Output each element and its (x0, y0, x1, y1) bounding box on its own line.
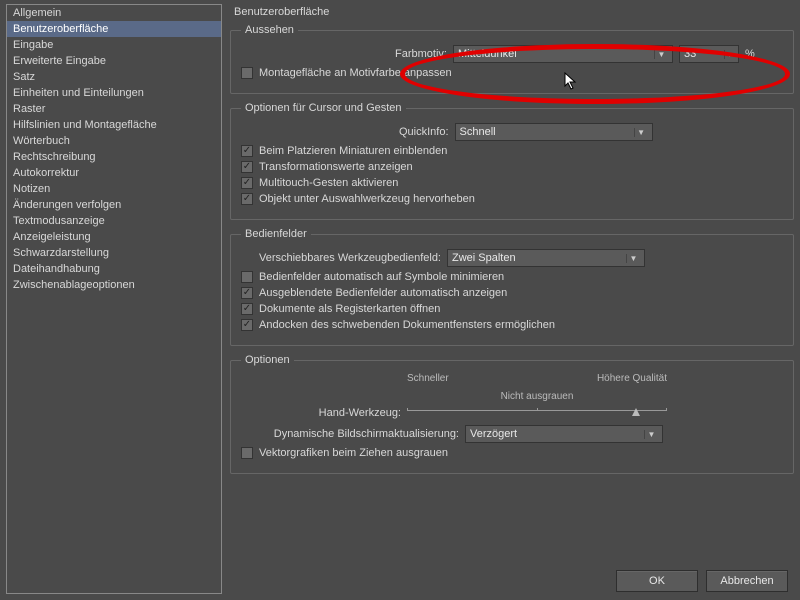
cancel-button[interactable]: Abbrechen (706, 570, 788, 592)
opentabs-checkbox[interactable] (241, 303, 253, 315)
sidebar-item-rechtschreibung[interactable]: Rechtschreibung (7, 149, 221, 165)
sidebar-item-textmodus[interactable]: Textmodusanzeige (7, 213, 221, 229)
highlightobject-label: Objekt unter Auswahlwerkzeug hervorheben (259, 193, 475, 205)
sidebar-item-dateihandhabung[interactable]: Dateihandhabung (7, 261, 221, 277)
autocollapse-label: Bedienfelder automatisch auf Symbole min… (259, 271, 504, 283)
chevron-down-icon: ▼ (626, 254, 640, 263)
dockfloating-checkbox[interactable] (241, 319, 253, 331)
hand-slider-area: Schneller Höhere Qualität Nicht ausgraue… (407, 375, 667, 401)
sidebar-item-notizen[interactable]: Notizen (7, 181, 221, 197)
page-title: Benutzeroberfläche (230, 4, 794, 24)
sidebar-item-zwischenablage[interactable]: Zwischenablageoptionen (7, 277, 221, 293)
slider-handle[interactable] (632, 408, 640, 416)
sidebar-item-schwarz[interactable]: Schwarzdarstellung (7, 245, 221, 261)
farbmotiv-label: Farbmotiv: (395, 48, 447, 60)
aussehen-legend: Aussehen (241, 24, 298, 36)
stepper-icon[interactable]: ▸ (724, 50, 738, 59)
sidebar-item-woerterbuch[interactable]: Wörterbuch (7, 133, 221, 149)
toolbox-value: Zwei Spalten (452, 252, 622, 264)
transformvalues-checkbox[interactable] (241, 161, 253, 173)
hand-label: Hand-Werkzeug: (241, 407, 401, 419)
optionen-group: Optionen Schneller Höhere Qualität Nicht… (230, 354, 794, 474)
opentabs-label: Dokumente als Registerkarten öffnen (259, 303, 440, 315)
sidebar-item-eingabe[interactable]: Eingabe (7, 37, 221, 53)
vectorgrey-checkbox[interactable] (241, 447, 253, 459)
quality-label: Höhere Qualität (597, 373, 667, 384)
chevron-down-icon: ▼ (644, 430, 658, 439)
vectorgrey-label: Vektorgrafiken beim Ziehen ausgrauen (259, 447, 448, 459)
dyn-label: Dynamische Bildschirmaktualisierung: (241, 428, 459, 440)
sidebar-item-raster[interactable]: Raster (7, 101, 221, 117)
chevron-down-icon: ▼ (654, 50, 668, 59)
ok-button[interactable]: OK (616, 570, 698, 592)
hand-slider[interactable] (407, 404, 667, 422)
multitouch-checkbox[interactable] (241, 177, 253, 189)
quickinfo-value: Schnell (460, 126, 630, 138)
sidebar-item-autokorrektur[interactable]: Autokorrektur (7, 165, 221, 181)
nogrey-label: Nicht ausgrauen (501, 391, 574, 402)
sidebar-item-anzeigeleistung[interactable]: Anzeigeleistung (7, 229, 221, 245)
multitouch-label: Multitouch-Gesten aktivieren (259, 177, 398, 189)
sidebar-item-erweiterte-eingabe[interactable]: Erweiterte Eingabe (7, 53, 221, 69)
sidebar-item-allgemein[interactable]: Allgemein (7, 5, 221, 21)
faster-label: Schneller (407, 373, 449, 384)
dyn-select[interactable]: Verzögert ▼ (465, 425, 663, 443)
sidebar-item-hilfslinien[interactable]: Hilfslinien und Montagefläche (7, 117, 221, 133)
highlightobject-checkbox[interactable] (241, 193, 253, 205)
dyn-value: Verzögert (470, 428, 640, 440)
cursor-group: Optionen für Cursor und Gesten QuickInfo… (230, 102, 794, 220)
quickinfo-label: QuickInfo: (399, 126, 449, 138)
optionen-legend: Optionen (241, 354, 294, 366)
brightness-value: 33 (680, 48, 724, 60)
chevron-down-icon: ▼ (634, 128, 648, 137)
autoshow-label: Ausgeblendete Bedienfelder automatisch a… (259, 287, 507, 299)
toolbox-label: Verschiebbares Werkzeugbedienfeld: (241, 252, 441, 264)
matchpasteboard-checkbox[interactable] (241, 67, 253, 79)
sidebar-item-aenderungen[interactable]: Änderungen verfolgen (7, 197, 221, 213)
farbmotiv-value: Mitteldunkel (458, 48, 650, 60)
thumbnails-checkbox[interactable] (241, 145, 253, 157)
quickinfo-select[interactable]: Schnell ▼ (455, 123, 653, 141)
brightness-input[interactable]: 33 ▸ (679, 45, 739, 63)
aussehen-group: Aussehen Farbmotiv: Mitteldunkel ▼ 33 ▸ … (230, 24, 794, 94)
cursor-legend: Optionen für Cursor und Gesten (241, 102, 406, 114)
thumbnails-label: Beim Platzieren Miniaturen einblenden (259, 145, 447, 157)
percent-label: % (745, 48, 755, 60)
farbmotiv-select[interactable]: Mitteldunkel ▼ (453, 45, 673, 63)
toolbox-select[interactable]: Zwei Spalten ▼ (447, 249, 645, 267)
sidebar-item-einheiten[interactable]: Einheiten und Einteilungen (7, 85, 221, 101)
sidebar-item-satz[interactable]: Satz (7, 69, 221, 85)
matchpasteboard-label: Montagefläche an Motivfarbe anpassen (259, 67, 452, 79)
autoshow-checkbox[interactable] (241, 287, 253, 299)
sidebar-item-benutzeroberflaeche[interactable]: Benutzeroberfläche (7, 21, 221, 37)
transformvalues-label: Transformationswerte anzeigen (259, 161, 413, 173)
dockfloating-label: Andocken des schwebenden Dokumentfenster… (259, 319, 555, 331)
preferences-sidebar: Allgemein Benutzeroberfläche Eingabe Erw… (6, 4, 222, 594)
autocollapse-checkbox[interactable] (241, 271, 253, 283)
panels-group: Bedienfelder Verschiebbares Werkzeugbedi… (230, 228, 794, 346)
panels-legend: Bedienfelder (241, 228, 311, 240)
